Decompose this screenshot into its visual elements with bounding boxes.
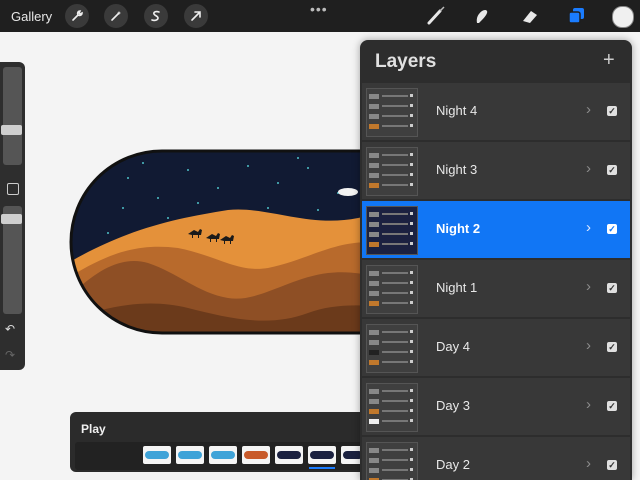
layer-name: Day 3 xyxy=(436,398,470,413)
transform-arrow-icon[interactable] xyxy=(184,4,208,28)
add-layer-button[interactable]: + xyxy=(603,49,615,72)
frame-thumbnail[interactable] xyxy=(209,446,237,464)
layer-row-night-3[interactable]: Night 3 › ✓ xyxy=(362,142,630,199)
layer-name: Night 2 xyxy=(436,221,481,236)
layer-row-day-3[interactable]: Day 3 › ✓ xyxy=(362,378,630,435)
layer-name: Day 4 xyxy=(436,339,470,354)
visibility-checkbox[interactable]: ✓ xyxy=(607,401,617,411)
gallery-button[interactable]: Gallery xyxy=(11,9,52,24)
selection-s-icon[interactable] xyxy=(144,4,168,28)
wrench-icon[interactable] xyxy=(65,4,89,28)
layers-panel: Layers + Night 4 › ✓ Night 3 › ✓ Night 2… xyxy=(360,40,632,480)
brush-size-thumb[interactable] xyxy=(1,125,22,135)
visibility-checkbox[interactable]: ✓ xyxy=(607,283,617,293)
layer-row-night-1[interactable]: Night 1 › ✓ xyxy=(362,260,630,317)
magic-wand-icon[interactable] xyxy=(104,4,128,28)
animation-play-bar: Play xyxy=(70,412,370,472)
color-picker-swatch[interactable] xyxy=(612,6,634,28)
visibility-checkbox[interactable]: ✓ xyxy=(607,165,617,175)
more-options[interactable]: ••• xyxy=(310,1,328,17)
chevron-right-icon[interactable]: › xyxy=(586,396,591,413)
smudge-icon[interactable] xyxy=(470,5,494,27)
layer-thumbnail xyxy=(366,324,418,373)
layer-name: Day 2 xyxy=(436,457,470,472)
undo-icon[interactable]: ↶ xyxy=(5,322,15,336)
eraser-icon[interactable] xyxy=(518,5,542,27)
visibility-checkbox[interactable]: ✓ xyxy=(607,460,617,470)
layer-row-night-4[interactable]: Night 4 › ✓ xyxy=(362,83,630,140)
modify-button[interactable] xyxy=(7,183,19,195)
layer-row-night-2[interactable]: Night 2 › ✓ xyxy=(362,201,630,258)
layer-row-day-4[interactable]: Day 4 › ✓ xyxy=(362,319,630,376)
layers-title: Layers xyxy=(375,51,437,72)
visibility-checkbox[interactable]: ✓ xyxy=(607,342,617,352)
layer-thumbnail xyxy=(366,88,418,137)
layers-icon[interactable] xyxy=(564,5,588,27)
layer-name: Night 1 xyxy=(436,280,478,295)
layer-thumbnail xyxy=(366,442,418,480)
chevron-right-icon[interactable]: › xyxy=(586,101,591,118)
frame-thumbnail[interactable] xyxy=(176,446,204,464)
layer-thumbnail xyxy=(366,265,418,314)
brush-icon[interactable] xyxy=(424,5,448,27)
layer-row-day-2[interactable]: Day 2 › ✓ xyxy=(362,437,630,480)
left-sidebar: ↶ ↷ xyxy=(0,62,25,370)
top-toolbar: Gallery ••• xyxy=(0,0,640,32)
selected-frame-indicator xyxy=(309,467,335,469)
layer-thumbnail xyxy=(366,147,418,196)
layer-name: Night 4 xyxy=(436,103,478,118)
layer-name: Night 3 xyxy=(436,162,478,177)
frame-strip[interactable] xyxy=(75,442,367,470)
layer-thumbnail xyxy=(366,383,418,432)
chevron-right-icon[interactable]: › xyxy=(586,455,591,472)
frame-thumbnail[interactable] xyxy=(143,446,171,464)
visibility-checkbox[interactable]: ✓ xyxy=(607,224,617,234)
opacity-slider[interactable] xyxy=(1,206,22,314)
frame-thumbnail[interactable] xyxy=(275,446,303,464)
frame-thumbnail[interactable] xyxy=(242,446,270,464)
chevron-right-icon[interactable]: › xyxy=(586,278,591,295)
brush-size-slider[interactable] xyxy=(1,67,22,165)
chevron-right-icon[interactable]: › xyxy=(586,219,591,236)
redo-icon[interactable]: ↷ xyxy=(5,348,15,362)
visibility-checkbox[interactable]: ✓ xyxy=(607,106,617,116)
frame-thumbnail[interactable] xyxy=(308,446,336,464)
chevron-right-icon[interactable]: › xyxy=(586,337,591,354)
chevron-right-icon[interactable]: › xyxy=(586,160,591,177)
layer-thumbnail xyxy=(366,206,418,255)
opacity-thumb[interactable] xyxy=(1,214,22,224)
play-button[interactable]: Play xyxy=(81,422,106,436)
